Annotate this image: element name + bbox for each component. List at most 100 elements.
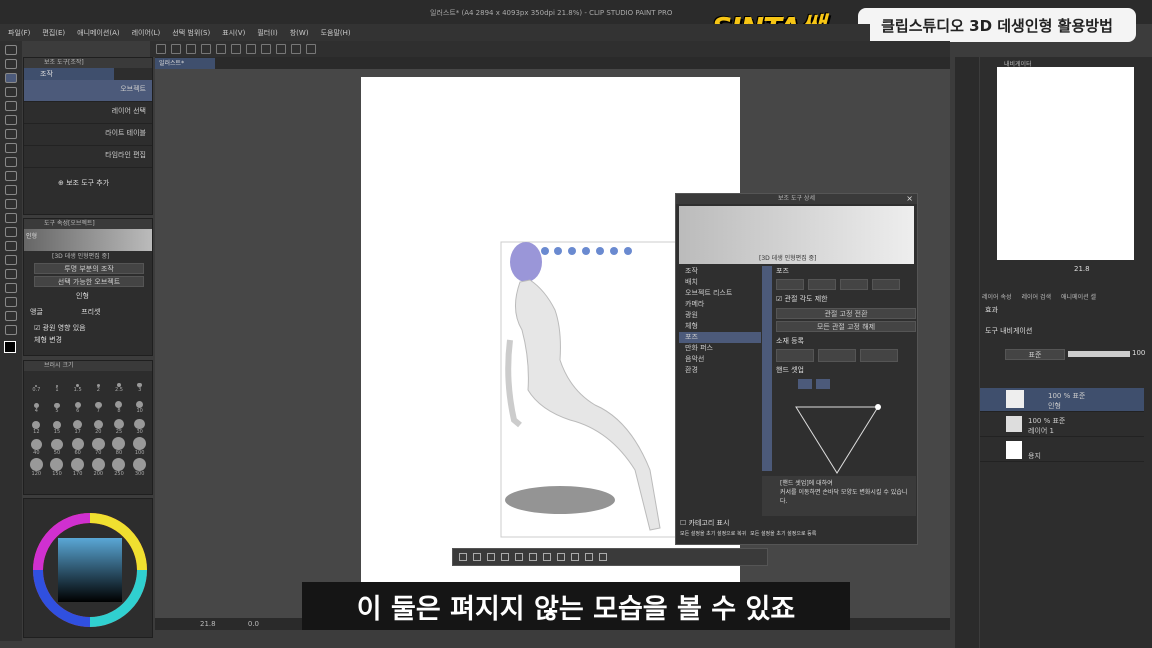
- pose-btn-2[interactable]: [808, 279, 836, 290]
- category-operation[interactable]: 조작: [679, 266, 761, 277]
- subtool-object[interactable]: 오브젝트: [24, 80, 152, 102]
- reset-all-button[interactable]: 모든 설정을 초기 설정으로 복귀: [680, 530, 746, 537]
- canvas-zoom-value[interactable]: 21.8: [200, 620, 216, 628]
- preset-label[interactable]: 프리셋: [81, 308, 100, 316]
- ruler-icon[interactable]: [291, 44, 301, 54]
- 3d-drawing-figure[interactable]: [500, 240, 680, 540]
- brush-size-option[interactable]: 10: [130, 395, 149, 414]
- fit-icon[interactable]: [501, 553, 509, 561]
- animation-cel-tab[interactable]: 애니메이션 셀: [1061, 292, 1096, 301]
- body-icon[interactable]: [599, 553, 607, 561]
- category-scrollbar[interactable]: [762, 266, 772, 471]
- light-effect-checkbox[interactable]: ☑ 광원 영향 있음: [24, 317, 152, 333]
- frame-icon[interactable]: [5, 269, 17, 279]
- category-manga-perspective[interactable]: 만화 퍼스: [679, 343, 761, 354]
- move-layer-icon[interactable]: [5, 87, 17, 97]
- brush-size-option[interactable]: 1: [48, 374, 67, 393]
- fill-tool-icon[interactable]: [5, 227, 17, 237]
- brush-size-option[interactable]: 3: [130, 374, 149, 393]
- category-placement[interactable]: 배치: [679, 277, 761, 288]
- brush-size-option[interactable]: 200: [89, 458, 108, 477]
- brush-size-option[interactable]: 80: [110, 437, 129, 456]
- zoom-fit-icon[interactable]: [557, 553, 565, 561]
- menu-window[interactable]: 창(W): [290, 28, 309, 38]
- selectable-object-select[interactable]: 선택 가능한 오브젝트: [34, 276, 144, 287]
- gradient-icon[interactable]: [5, 241, 17, 251]
- fill-icon[interactable]: [246, 44, 256, 54]
- brush-size-option[interactable]: 30: [130, 416, 149, 435]
- opacity-slider[interactable]: [1068, 351, 1130, 357]
- blend-icon[interactable]: [5, 213, 17, 223]
- reset-icon[interactable]: [529, 553, 537, 561]
- register-btn-2[interactable]: [818, 349, 856, 362]
- clear-icon[interactable]: [231, 44, 241, 54]
- next-icon[interactable]: [473, 553, 481, 561]
- menu-view[interactable]: 표시(V): [222, 28, 245, 38]
- balloon-icon[interactable]: [5, 311, 17, 321]
- pose-btn-4[interactable]: [872, 279, 900, 290]
- floor-icon[interactable]: [571, 553, 579, 561]
- eyedropper-icon[interactable]: [5, 129, 17, 139]
- category-environment[interactable]: 환경: [679, 365, 761, 376]
- add-subtool-button[interactable]: ⊕ 보조 도구 추가: [24, 168, 152, 188]
- hand-tool-icon[interactable]: [5, 59, 17, 69]
- brush-size-option[interactable]: 70: [89, 437, 108, 456]
- brush-size-option[interactable]: 2: [89, 374, 108, 393]
- pose-btn-3[interactable]: [840, 279, 868, 290]
- subtool-light-table[interactable]: 라이트 테이블: [24, 124, 152, 146]
- new-file-icon[interactable]: [156, 44, 166, 54]
- ruler-tool-icon[interactable]: [5, 283, 17, 293]
- layer-search-tab[interactable]: 레이어 검색: [1022, 292, 1052, 301]
- brush-size-option[interactable]: 0.7: [27, 374, 46, 393]
- menu-help[interactable]: 도움말(H): [321, 28, 351, 38]
- pose-icon[interactable]: [515, 553, 523, 561]
- save-icon[interactable]: [186, 44, 196, 54]
- main-color-swatch[interactable]: [4, 341, 16, 353]
- brush-size-option[interactable]: 60: [68, 437, 87, 456]
- brush-size-option[interactable]: 5: [48, 395, 67, 414]
- brush-size-option[interactable]: 15: [48, 416, 67, 435]
- menu-filter[interactable]: 필터(I): [257, 28, 277, 38]
- pen-icon[interactable]: [5, 143, 17, 153]
- airbrush-icon[interactable]: [5, 171, 17, 181]
- operation-tool-icon[interactable]: [5, 73, 17, 83]
- joint-fix-toggle[interactable]: 관절 고정 전환: [776, 308, 916, 319]
- subtool-tab[interactable]: 조작: [24, 68, 114, 80]
- menu-edit[interactable]: 편집(E): [42, 28, 65, 38]
- brush-size-option[interactable]: 6: [68, 395, 87, 414]
- opacity-mode-select[interactable]: 투명 부분의 조작: [34, 263, 144, 274]
- brush-size-option[interactable]: 40: [27, 437, 46, 456]
- undo-icon[interactable]: [201, 44, 211, 54]
- camera-icon[interactable]: [487, 553, 495, 561]
- register-btn-1[interactable]: [776, 349, 814, 362]
- snap-icon[interactable]: [306, 44, 316, 54]
- brush-size-option[interactable]: 50: [48, 437, 67, 456]
- menu-file[interactable]: 파일(F): [8, 28, 30, 38]
- eraser-icon[interactable]: [5, 199, 17, 209]
- subtool-timeline[interactable]: 타임라인 편집: [24, 146, 152, 168]
- brush-size-option[interactable]: 1.5: [68, 374, 87, 393]
- category-object-list[interactable]: 오브젝트 리스트: [679, 288, 761, 299]
- open-icon[interactable]: [171, 44, 181, 54]
- brush-size-option[interactable]: 100: [130, 437, 149, 456]
- lasso-icon[interactable]: [5, 101, 17, 111]
- register-btn-3[interactable]: [860, 349, 898, 362]
- brush-size-option[interactable]: 7: [89, 395, 108, 414]
- layer-row-layer1[interactable]: 100 % 표준 레이어 1: [980, 413, 1144, 437]
- brush-size-option[interactable]: 150: [48, 458, 67, 477]
- release-all-joints[interactable]: 모든 관절 고정 해제: [776, 321, 916, 332]
- wand-icon[interactable]: [5, 115, 17, 125]
- prev-icon[interactable]: [459, 553, 467, 561]
- figure-icon[interactable]: [5, 255, 17, 265]
- menu-selection[interactable]: 선택 범위(S): [172, 28, 210, 38]
- color-wheel[interactable]: [30, 510, 150, 630]
- category-sound-line[interactable]: 음악선: [679, 354, 761, 365]
- close-icon[interactable]: ×: [906, 194, 913, 203]
- brush-size-option[interactable]: 300: [130, 458, 149, 477]
- joint-angle-checkbox[interactable]: ☑ 관절 각도 제한: [776, 294, 916, 304]
- correct-line-icon[interactable]: [5, 325, 17, 335]
- hand-setup-control[interactable]: [776, 375, 906, 475]
- subtool-layer-select[interactable]: 레이어 선택: [24, 102, 152, 124]
- brush-size-option[interactable]: 25: [110, 416, 129, 435]
- lock-icon[interactable]: [543, 553, 551, 561]
